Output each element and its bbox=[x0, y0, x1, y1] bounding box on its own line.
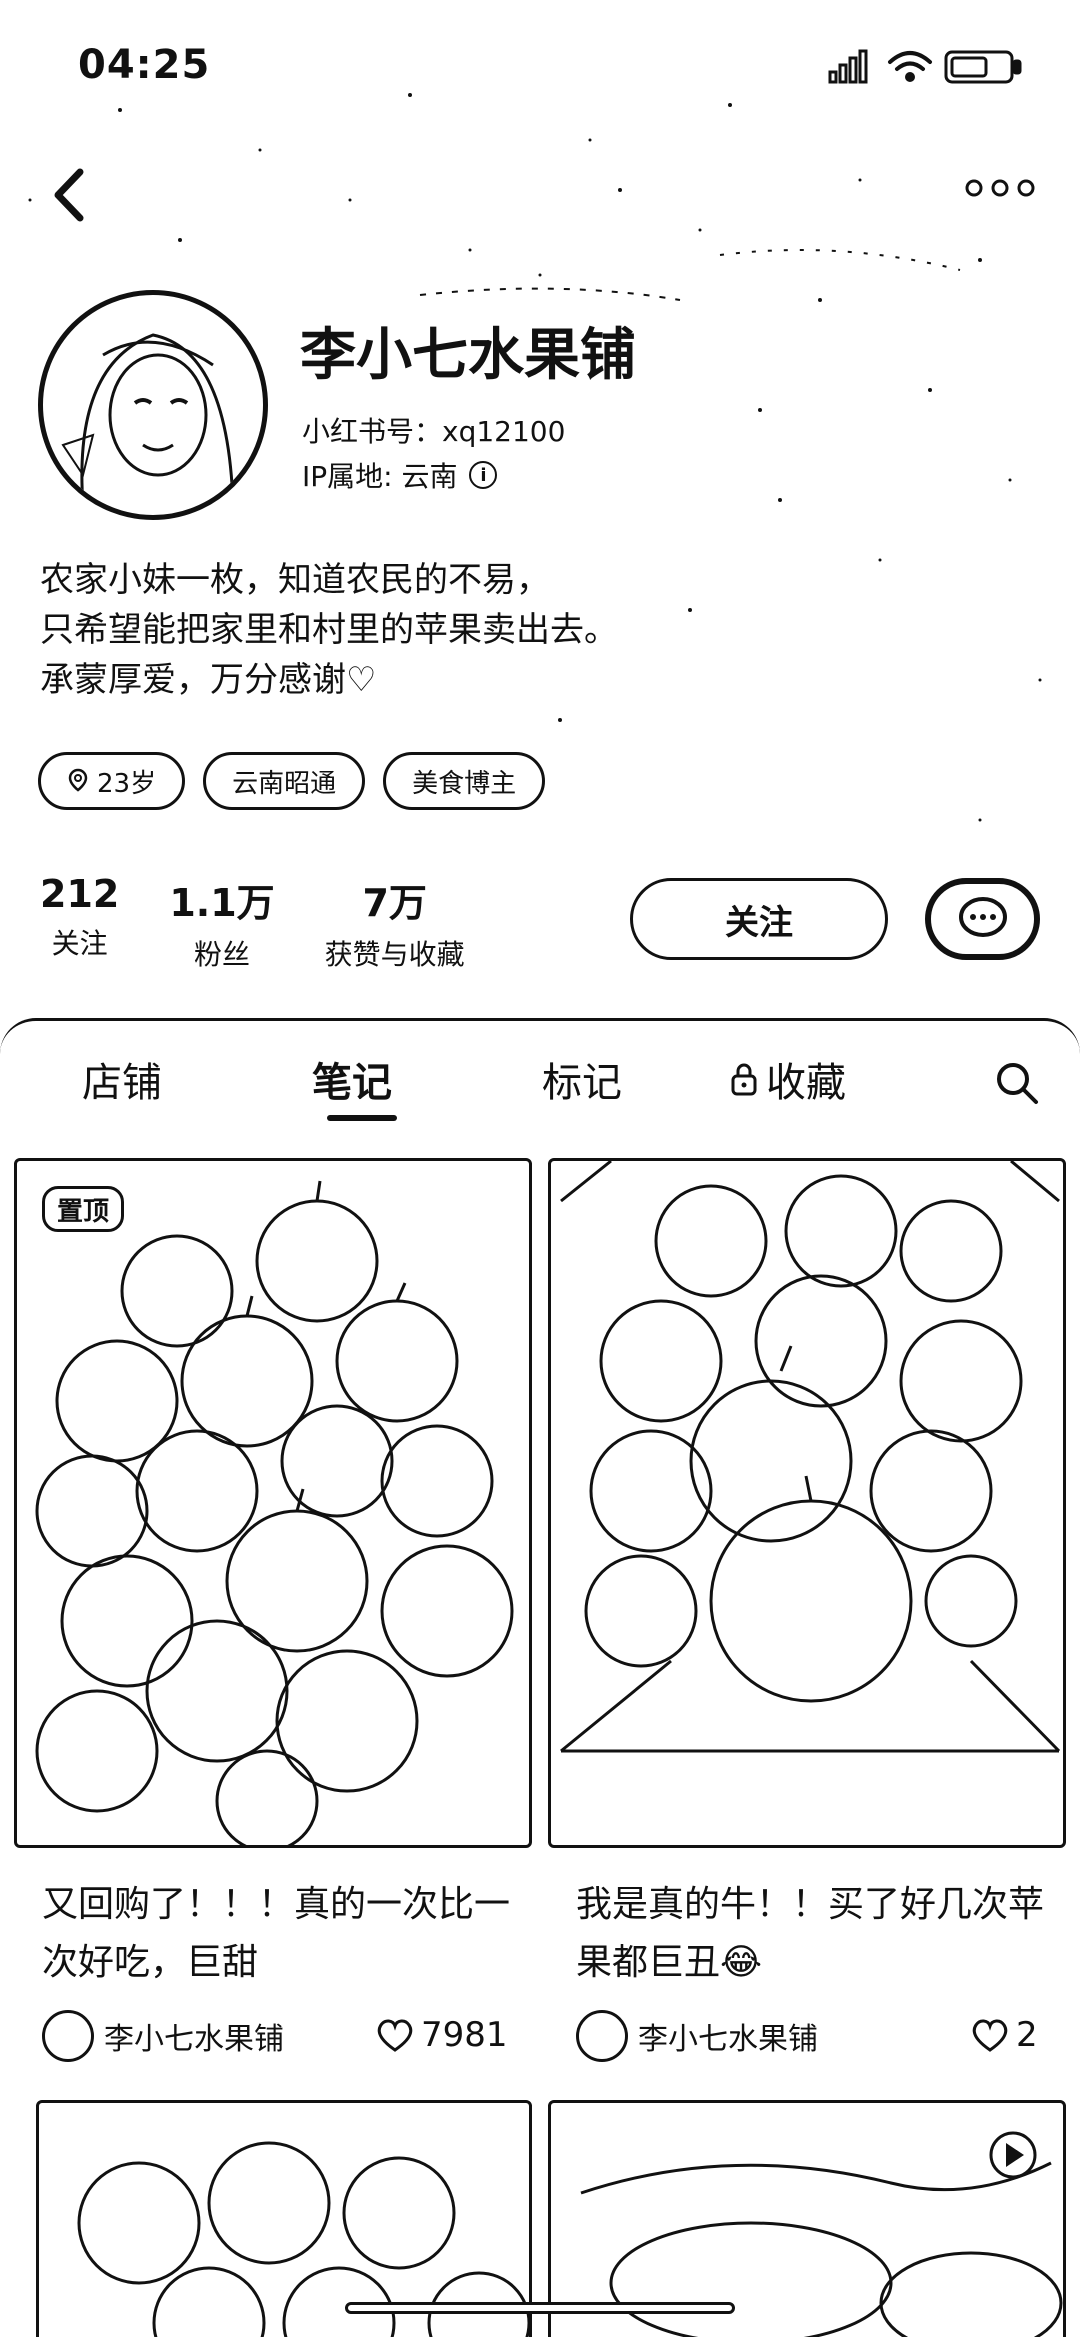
signal-icon bbox=[828, 49, 868, 84]
heart-icon bbox=[972, 2019, 1008, 2052]
profile-stats: 212 关注 1.1万 粉丝 7万 获赞与收藏 bbox=[40, 872, 515, 973]
stat-label: 粉丝 bbox=[193, 938, 250, 971]
tag-location[interactable]: 云南昭通 bbox=[203, 752, 366, 810]
profile-id: 小红书号：xq12100 bbox=[302, 415, 566, 448]
author-avatar bbox=[42, 2010, 94, 2062]
status-time: 04:25 bbox=[78, 42, 211, 88]
avatar-image bbox=[61, 333, 235, 506]
lock-icon bbox=[731, 1063, 757, 1096]
tag-label: 美食博主 bbox=[412, 768, 517, 799]
tab-bar: 店铺 笔记 标记 收藏 bbox=[0, 1050, 1080, 1130]
bio-line: 只希望能把家里和村里的苹果卖出去。 bbox=[40, 610, 618, 650]
active-tab-indicator bbox=[327, 1115, 397, 1121]
note-likes[interactable]: 7981 bbox=[375, 2015, 508, 2055]
apples-image bbox=[35, 1180, 514, 1845]
bio-line: 农家小妹一枚，知道农民的不易， bbox=[40, 560, 550, 600]
stat-number: 1.1万 bbox=[169, 881, 275, 925]
note-title[interactable]: 我是真的牛！！买了好几次苹果都巨丑😂 bbox=[576, 1876, 1046, 1992]
author-name: 李小七水果铺 bbox=[104, 2022, 284, 2057]
stat-followers[interactable]: 1.1万 粉丝 bbox=[169, 872, 274, 973]
more-icon[interactable] bbox=[960, 168, 1040, 208]
wifi-icon bbox=[888, 51, 932, 82]
note-title[interactable]: 又回购了！！！真的一次比一次好吃，巨甜 bbox=[42, 1876, 512, 1992]
location-pin-icon bbox=[68, 768, 88, 792]
likes-count: 2 bbox=[1016, 2015, 1038, 2055]
back-icon[interactable] bbox=[40, 160, 100, 230]
tab-collections[interactable]: 收藏 bbox=[730, 1050, 846, 1108]
note-image[interactable] bbox=[14, 1158, 532, 1848]
stat-label: 关注 bbox=[51, 927, 108, 960]
tag-label: 云南昭通 bbox=[232, 768, 337, 799]
stat-number: 212 bbox=[40, 872, 120, 916]
profile-ip: IP属地: 云南 bbox=[302, 460, 458, 493]
profile-name: 李小七水果铺 bbox=[300, 323, 636, 388]
battery-icon bbox=[944, 50, 1022, 84]
profile-bio: 农家小妹一枚，知道农民的不易， 只希望能把家里和村里的苹果卖出去。 承蒙厚爱，万… bbox=[40, 555, 618, 705]
chat-icon bbox=[958, 897, 1007, 937]
avatar[interactable] bbox=[38, 290, 268, 520]
stat-number: 7万 bbox=[362, 881, 427, 925]
follow-button[interactable]: 关注 bbox=[630, 878, 888, 960]
apples-in-box-image bbox=[560, 1161, 1061, 1753]
note-author[interactable]: 李小七水果铺 bbox=[576, 2010, 818, 2062]
tab-shop[interactable]: 店铺 bbox=[82, 1050, 162, 1108]
profile-ip-row: IP属地: 云南 i bbox=[302, 455, 498, 495]
note-author[interactable]: 李小七水果铺 bbox=[42, 2010, 284, 2062]
stat-likes-saves[interactable]: 7万 获赞与收藏 bbox=[325, 872, 465, 973]
status-icons bbox=[828, 49, 1022, 84]
author-name: 李小七水果铺 bbox=[638, 2022, 818, 2057]
author-avatar bbox=[576, 2010, 628, 2062]
stat-label: 获赞与收藏 bbox=[324, 938, 465, 971]
stat-following[interactable]: 212 关注 bbox=[40, 872, 119, 973]
tab-label: 笔记 bbox=[312, 1060, 392, 1106]
pinned-badge: 置顶 bbox=[42, 1186, 124, 1232]
tab-notes[interactable]: 笔记 bbox=[312, 1050, 392, 1108]
tag-category[interactable]: 美食博主 bbox=[383, 752, 546, 810]
tab-label: 店铺 bbox=[82, 1060, 162, 1106]
tag-label: 23岁 bbox=[97, 768, 157, 799]
likes-count: 7981 bbox=[421, 2015, 508, 2055]
note-likes[interactable]: 2 bbox=[970, 2015, 1038, 2055]
tab-label: 收藏 bbox=[766, 1060, 846, 1106]
search-icon[interactable] bbox=[992, 1058, 1042, 1108]
heart-icon bbox=[377, 2019, 413, 2052]
profile-tags: 23岁 云南昭通 美食博主 bbox=[38, 752, 546, 810]
home-indicator[interactable] bbox=[345, 2302, 735, 2314]
message-button[interactable] bbox=[925, 878, 1040, 960]
tab-marks[interactable]: 标记 bbox=[542, 1050, 622, 1108]
tab-label: 标记 bbox=[542, 1060, 622, 1106]
note-image[interactable] bbox=[548, 1158, 1066, 1848]
bio-line: 承蒙厚爱，万分感谢♡ bbox=[40, 660, 377, 700]
tag-age[interactable]: 23岁 bbox=[38, 752, 186, 810]
info-icon[interactable]: i bbox=[469, 461, 498, 489]
